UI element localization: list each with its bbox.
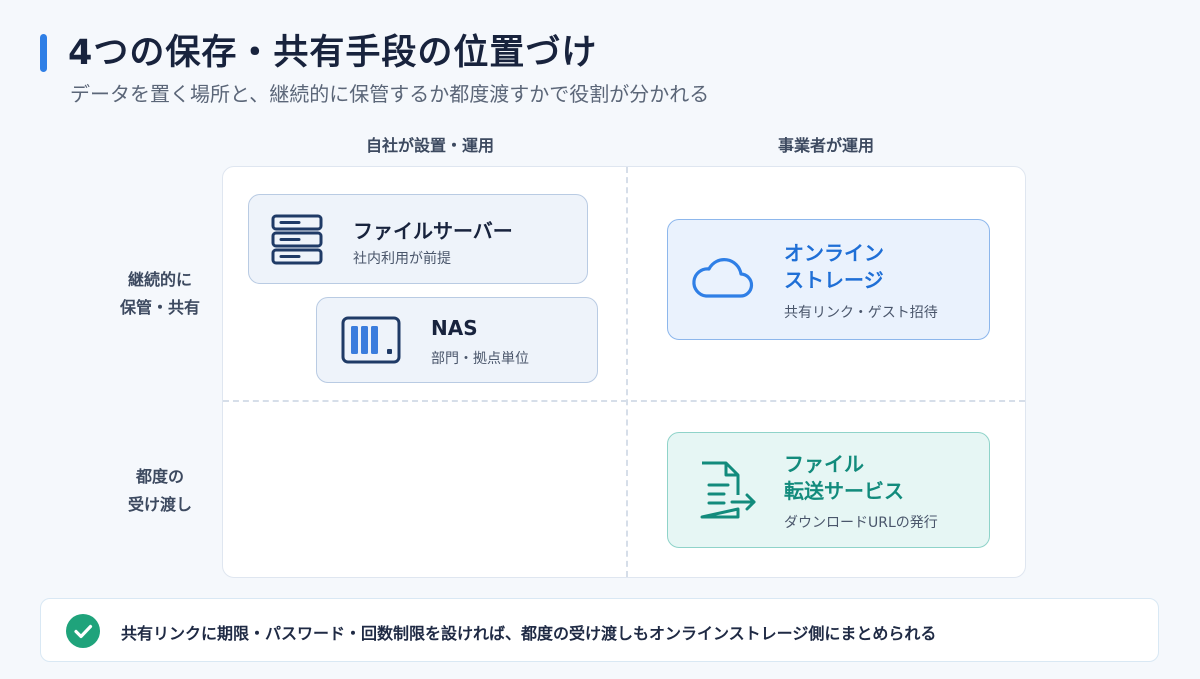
matrix-vertical-divider xyxy=(626,167,628,577)
card-online-storage-title-line2: ストレージ xyxy=(784,268,884,292)
summary-note: 共有リンクに期限・パスワード・回数制限を設ければ、都度の受け渡しもオンラインスト… xyxy=(40,598,1159,662)
card-file-transfer-title-line2: 転送サービス xyxy=(784,479,904,503)
row-header-one-time-line1: 都度の xyxy=(135,467,184,486)
card-nas-title: NAS xyxy=(431,316,478,340)
card-online-storage[interactable]: オンライン ストレージ 共有リンク・ゲスト招待 xyxy=(667,219,990,340)
card-file-server-title: ファイルサーバー xyxy=(353,219,513,243)
card-online-storage-title-line1: オンライン xyxy=(784,241,884,265)
cloud-icon xyxy=(690,252,754,306)
card-online-storage-subtitle: 共有リンク・ゲスト招待 xyxy=(784,305,938,321)
card-file-server[interactable]: ファイルサーバー 社内利用が前提 xyxy=(248,194,588,284)
row-header-one-time-line2: 受け渡し xyxy=(127,495,192,514)
row-header-one-time: 都度の 受け渡し xyxy=(100,463,220,519)
file-send-icon xyxy=(696,459,760,525)
server-icon xyxy=(269,213,325,271)
column-header-self-operated: 自社が設置・運用 xyxy=(365,136,494,155)
check-icon xyxy=(66,614,100,648)
row-header-continuous-line1: 継続的に xyxy=(127,270,192,289)
card-file-transfer-title: ファイル 転送サービス xyxy=(784,451,904,505)
row-header-continuous: 継続的に 保管・共有 xyxy=(100,266,220,322)
card-file-transfer-title-line1: ファイル xyxy=(784,452,864,476)
matrix-horizontal-divider xyxy=(223,400,1025,402)
page-subtitle: データを置く場所と、継続的に保管するか都度渡すかで役割が分かれる xyxy=(70,82,710,106)
card-file-transfer-subtitle: ダウンロードURLの発行 xyxy=(784,515,938,531)
card-file-transfer[interactable]: ファイル 転送サービス ダウンロードURLの発行 xyxy=(667,432,990,548)
column-header-provider-operated: 事業者が運用 xyxy=(777,136,874,155)
card-online-storage-title: オンライン ストレージ xyxy=(784,240,884,294)
summary-note-text: 共有リンクに期限・パスワード・回数制限を設ければ、都度の受け渡しもオンラインスト… xyxy=(121,624,937,643)
card-file-server-subtitle: 社内利用が前提 xyxy=(353,251,451,267)
title-accent-bar xyxy=(40,34,47,72)
nas-icon xyxy=(341,316,401,368)
row-header-continuous-line2: 保管・共有 xyxy=(119,298,200,317)
page-title: 4つの保存・共有手段の位置づけ xyxy=(68,33,598,73)
card-nas-subtitle: 部門・拠点単位 xyxy=(431,351,529,367)
card-nas[interactable]: NAS 部門・拠点単位 xyxy=(316,297,598,383)
